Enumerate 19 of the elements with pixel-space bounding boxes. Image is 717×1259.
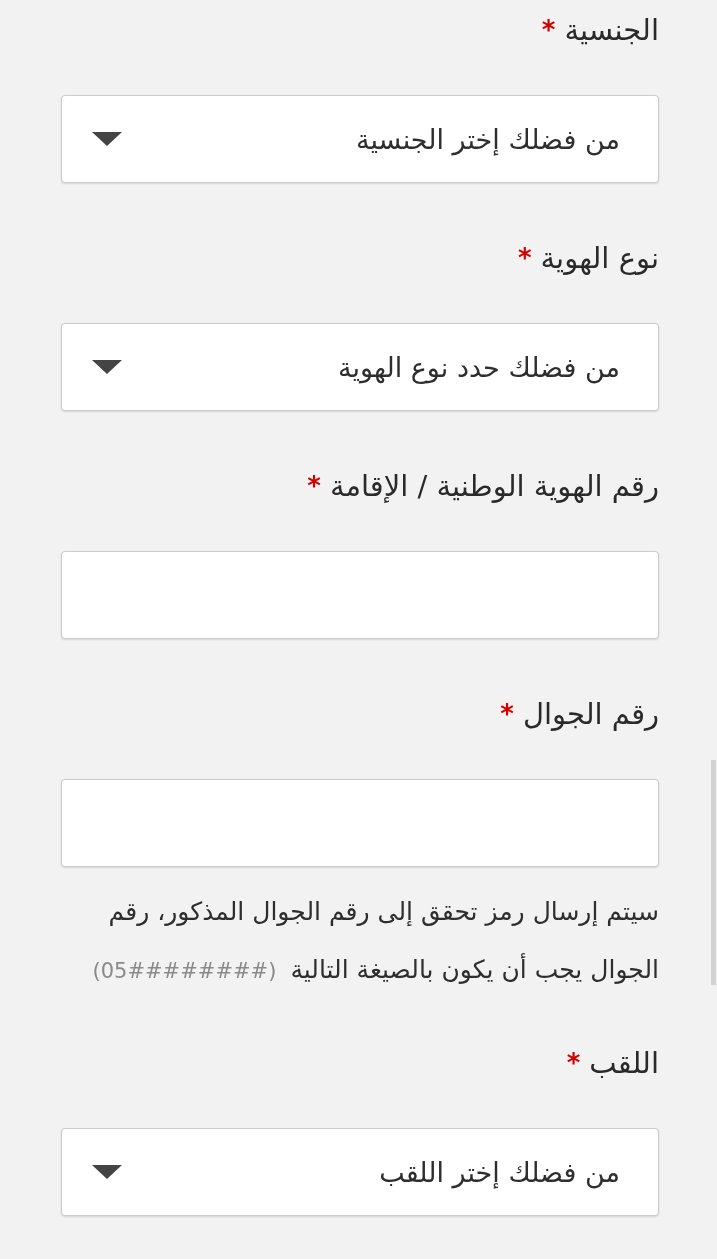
scrollbar-thumb[interactable] (711, 760, 716, 985)
field-label: رقم الهوية الوطنية / الإقامة (329, 468, 659, 505)
field-label: نوع الهوية (540, 240, 659, 277)
field-label: الجنسية (564, 12, 659, 49)
field-label: رقم الجوال (522, 696, 659, 733)
field-label: اللقب (589, 1045, 659, 1082)
dropdown-field[interactable]: من فضلك حدد نوع الهوية (61, 323, 659, 411)
input-field[interactable] (61, 551, 659, 639)
caret-icon (92, 132, 122, 146)
required-mark: * (500, 701, 514, 727)
dropdown-field[interactable]: من فضلك إختر الجنسية (61, 95, 659, 183)
required-mark: * (566, 1050, 581, 1076)
caret-icon (92, 1165, 122, 1179)
required-mark: * (541, 17, 556, 43)
input-field[interactable] (61, 779, 659, 867)
dropdown-field[interactable]: من فضلك إختر اللقب (61, 1128, 659, 1216)
caret-icon (92, 360, 122, 374)
required-mark: * (307, 473, 321, 499)
required-mark: * (517, 245, 532, 271)
